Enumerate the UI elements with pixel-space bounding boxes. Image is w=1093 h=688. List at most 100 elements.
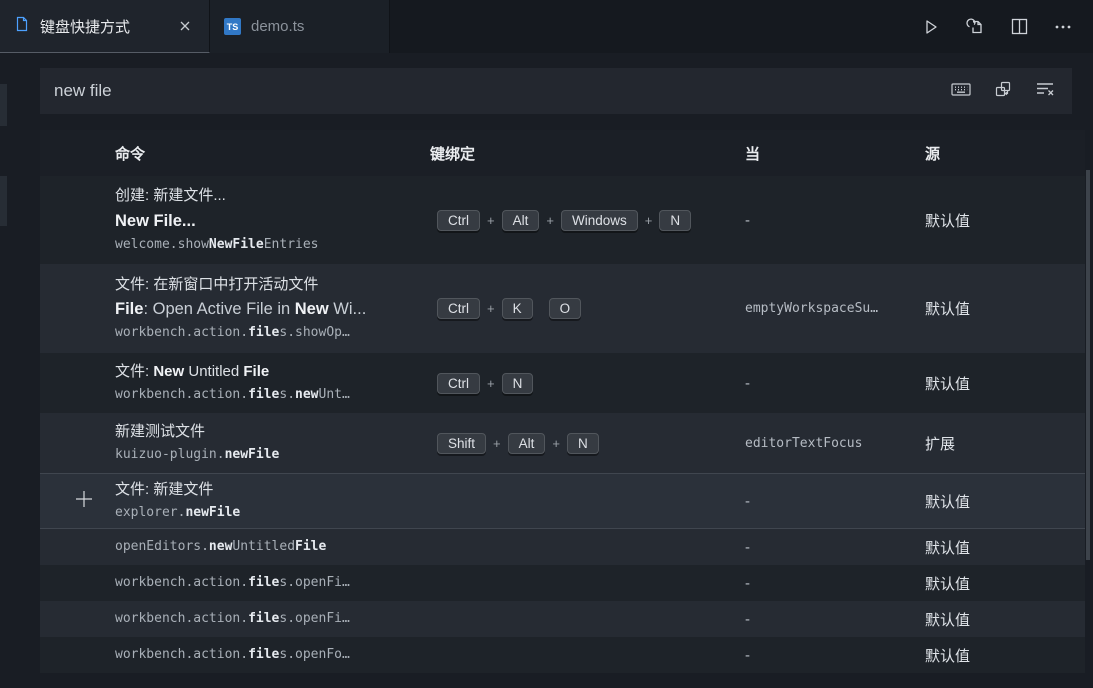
scrollbar-thumb[interactable] (1086, 170, 1090, 560)
keybinding-chip[interactable]: K (502, 298, 533, 319)
source-value: 默认值 (925, 491, 1085, 512)
command-cell: openEditors.newUntitledFile (115, 539, 427, 556)
keybinding-chip[interactable]: Alt (508, 433, 546, 454)
keybinding-chip[interactable]: Alt (502, 210, 540, 231)
when-value: editorTextFocus (745, 436, 925, 451)
keybinding-chip[interactable]: Windows (561, 210, 638, 231)
keybinding-chip[interactable]: N (659, 210, 691, 231)
command-title: 创建: 新建文件... (115, 186, 427, 206)
source-value: 默认值 (925, 573, 1085, 594)
editor-tab-bar: 键盘快捷方式 TS demo.ts (0, 0, 1093, 53)
source-value: 默认值 (925, 609, 1085, 630)
command-title: 文件: New Untitled File (115, 362, 427, 382)
command-id: workbench.action.files.openFo… (115, 647, 427, 664)
command-id: explorer.newFile (115, 505, 427, 522)
command-id: openEditors.newUntitledFile (115, 539, 427, 556)
left-edge-decoration (0, 176, 7, 226)
row-gutter (40, 488, 115, 515)
command-id: kuizuo-plugin.newFile (115, 447, 427, 464)
keybinding-row[interactable]: 创建: 新建文件... New File... welcome.showNewFil… (40, 176, 1085, 264)
command-title: 文件: 新建文件 (115, 480, 427, 500)
keybinding-row[interactable]: workbench.action.files.openFo… -默认值 (40, 637, 1085, 673)
command-label: File: Open Active File in New Wi... (115, 299, 427, 320)
command-cell: 新建测试文件 kuizuo-plugin.newFile (115, 422, 427, 463)
keybinding-row[interactable]: openEditors.newUntitledFile -默认值 (40, 529, 1085, 565)
open-changes-icon[interactable] (965, 16, 986, 37)
keybinding-row[interactable]: workbench.action.files.openFi… -默认值 (40, 601, 1085, 637)
command-cell: 创建: 新建文件... New File... welcome.showNewFil… (115, 186, 427, 253)
run-icon[interactable] (921, 17, 941, 37)
key-plus-separator: + (487, 213, 495, 228)
tab-label: demo.ts (251, 18, 304, 35)
add-keybinding-button[interactable] (73, 488, 95, 515)
column-header-source: 源 (925, 143, 1085, 164)
keybindings-table: 命令 键绑定 当 源 创建: 新建文件... New File... welcome… (40, 130, 1085, 673)
typescript-icon: TS (224, 18, 241, 35)
keybinding-row[interactable]: 文件: 在新窗口中打开活动文件 File: Open Active File in… (40, 264, 1085, 353)
when-value: - (745, 647, 925, 664)
more-actions-icon[interactable] (1053, 17, 1073, 37)
source-value: 默认值 (925, 537, 1085, 558)
left-edge-decoration (0, 84, 7, 126)
when-value: - (745, 575, 925, 592)
close-icon[interactable] (175, 15, 195, 37)
command-cell: workbench.action.files.openFo… (115, 647, 427, 664)
command-title: 新建测试文件 (115, 422, 427, 442)
command-id: welcome.showNewFileEntries (115, 237, 427, 254)
command-title: 文件: 在新窗口中打开活动文件 (115, 275, 427, 295)
command-cell: 文件: 新建文件 explorer.newFile (115, 480, 427, 521)
tab-label: 键盘快捷方式 (40, 16, 130, 37)
keybinding-row[interactable]: 文件: New Untitled File workbench.action.fi… (40, 353, 1085, 413)
source-value: 默认值 (925, 645, 1085, 666)
keybinding-chip[interactable]: Ctrl (437, 210, 480, 231)
clear-filters-icon[interactable] (1034, 78, 1056, 105)
keybinding-chip[interactable]: Ctrl (437, 298, 480, 319)
source-value: 扩展 (925, 433, 1085, 454)
keybindings-search-bar (40, 68, 1072, 114)
command-id: workbench.action.files.showOp… (115, 325, 427, 342)
key-plus-separator: + (546, 213, 554, 228)
keybinding-chip[interactable]: O (549, 298, 582, 319)
keybinding-chip[interactable]: Shift (437, 433, 486, 454)
column-header-when: 当 (745, 143, 925, 164)
key-plus-separator: + (487, 301, 495, 316)
command-cell: 文件: 在新窗口中打开活动文件 File: Open Active File in… (115, 275, 427, 342)
key-plus-separator: + (552, 436, 560, 451)
keybinding-cell: Ctrl+N (427, 373, 745, 394)
keybinding-cell: Shift + Alt + N (427, 433, 745, 454)
column-header-keybinding: 键绑定 (427, 143, 745, 164)
when-value: - (745, 375, 925, 392)
tab-demo-ts[interactable]: TS demo.ts (210, 0, 390, 53)
key-plus-separator: + (645, 213, 653, 228)
keybinding-chip[interactable]: N (502, 373, 534, 394)
keybinding-row[interactable]: 新建测试文件 kuizuo-plugin.newFile Shift + Alt + Ned… (40, 413, 1085, 473)
when-value: - (745, 212, 925, 229)
command-cell: workbench.action.files.openFi… (115, 575, 427, 592)
split-editor-icon[interactable] (1010, 17, 1029, 36)
keybinding-row[interactable]: workbench.action.files.openFi… -默认值 (40, 565, 1085, 601)
command-cell: workbench.action.files.openFi… (115, 611, 427, 628)
table-header: 命令 键绑定 当 源 (40, 130, 1085, 176)
when-value: - (745, 611, 925, 628)
command-id: workbench.action.files.newUnt… (115, 387, 427, 404)
source-value: 默认值 (925, 373, 1085, 394)
column-header-command: 命令 (115, 143, 427, 164)
editor-actions (921, 0, 1093, 53)
keybinding-chip[interactable]: Ctrl (437, 373, 480, 394)
keybinding-chip[interactable]: N (567, 433, 599, 454)
command-id: workbench.action.files.openFi… (115, 611, 427, 628)
when-value: - (745, 493, 925, 510)
when-value: emptyWorkspaceSu… (745, 301, 925, 316)
command-id: workbench.action.files.openFi… (115, 575, 427, 592)
source-value: 默认值 (925, 298, 1085, 319)
command-cell: 文件: New Untitled File workbench.action.fi… (115, 362, 427, 403)
keybinding-row[interactable]: 文件: 新建文件 explorer.newFile -默认值 (40, 473, 1085, 529)
record-keys-icon[interactable] (950, 78, 972, 105)
when-value: - (745, 539, 925, 556)
search-input[interactable] (40, 81, 950, 101)
command-label: New File... (115, 211, 427, 232)
sort-precedence-icon[interactable] (992, 78, 1014, 105)
keybinding-cell: Ctrl + Alt + Windows + N (427, 210, 745, 231)
tab-keyboard-shortcuts[interactable]: 键盘快捷方式 (0, 0, 210, 53)
key-plus-separator: + (493, 436, 501, 451)
